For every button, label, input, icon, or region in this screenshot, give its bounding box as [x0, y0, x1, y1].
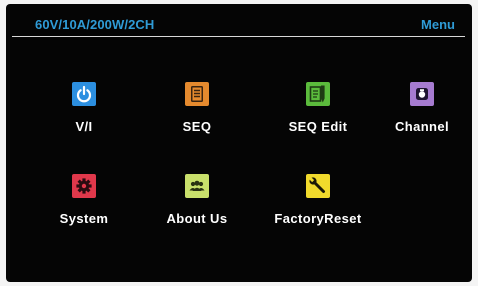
header-bar: 60V/10A/200W/2CH Menu — [12, 14, 465, 37]
gear-icon — [72, 174, 96, 198]
menu-item-label: SEQ Edit — [288, 119, 348, 134]
menu-item-channel[interactable]: Channel — [372, 82, 472, 146]
menu-item-seq-edit[interactable]: SEQ Edit — [268, 82, 368, 146]
menu-item-label: Channel — [394, 119, 450, 134]
channel-icon — [410, 82, 434, 106]
menu-item-seq[interactable]: SEQ — [147, 82, 247, 146]
menu-item-label: System — [59, 211, 109, 226]
model-label: 60V/10A/200W/2CH — [35, 17, 155, 32]
page-title: Menu — [421, 17, 455, 32]
menu-item-label: About Us — [166, 211, 228, 226]
menu-item-label: V/I — [75, 119, 93, 134]
power-icon — [72, 82, 96, 106]
menu-item-system[interactable]: System — [34, 174, 134, 238]
menu-item-about-us[interactable]: About Us — [147, 174, 247, 238]
edit-document-icon — [306, 82, 330, 106]
menu-item-label: SEQ — [182, 119, 212, 134]
wrench-icon — [306, 174, 330, 198]
menu-item-vi[interactable]: V/I — [34, 82, 134, 146]
document-icon — [185, 82, 209, 106]
menu-item-label: FactoryReset — [274, 211, 362, 226]
menu-item-factory-reset[interactable]: FactoryReset — [268, 174, 368, 238]
screen: 60V/10A/200W/2CH Menu V/I SEQ SEQ Edit C… — [6, 4, 472, 282]
people-icon — [185, 174, 209, 198]
